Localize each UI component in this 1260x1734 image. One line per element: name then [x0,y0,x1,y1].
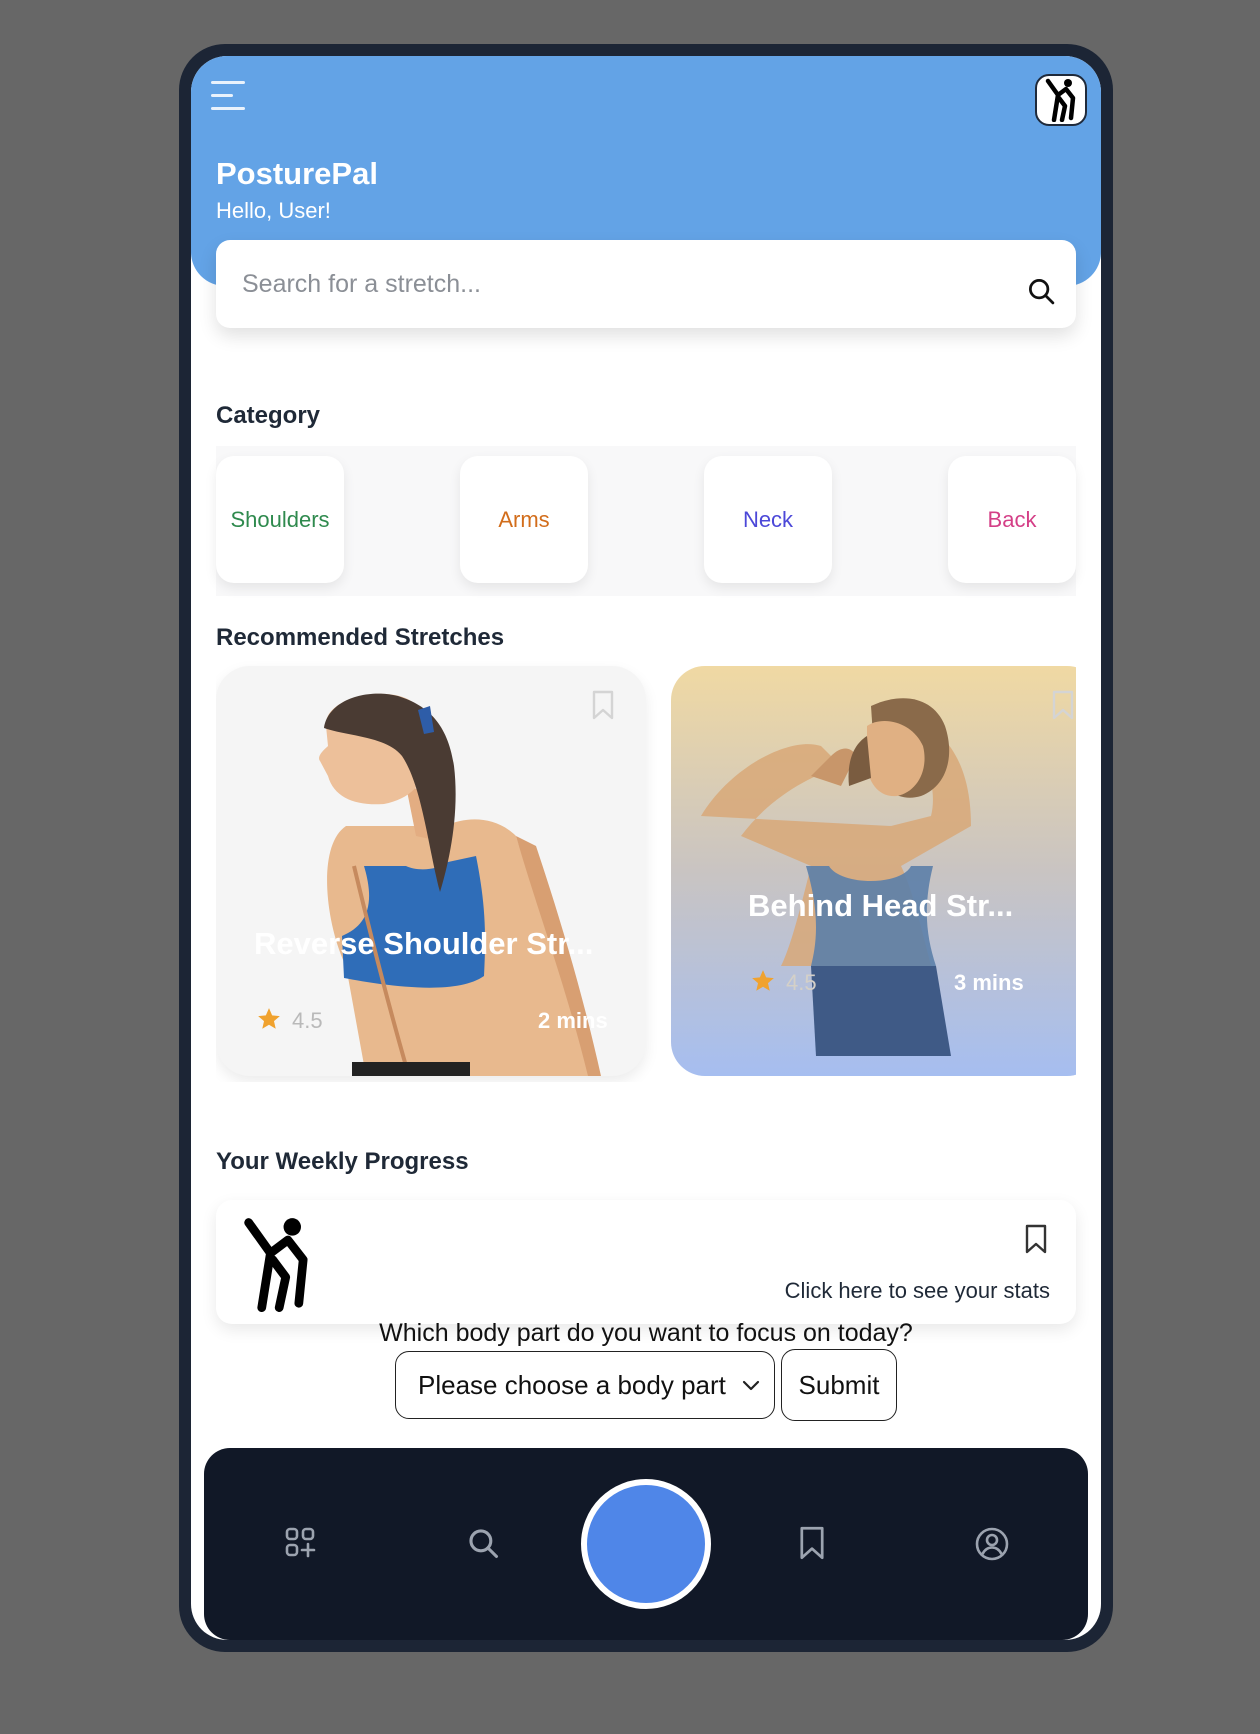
submit-button[interactable]: Submit [781,1349,897,1421]
star-icon [258,1008,280,1029]
chevron-down-icon [742,1380,760,1391]
category-title: Category [216,402,321,429]
app-title: PosturePal [216,156,378,191]
star-icon [752,970,774,991]
bottom-nav [204,1448,1088,1640]
profile-icon[interactable] [974,1526,1010,1562]
body-part-select-value: Please choose a body part [418,1369,726,1400]
stretch-card-title: Reverse Shoulder Str... [254,926,594,961]
category-arms[interactable]: Arms [460,456,588,583]
focus-question: Which body part do you want to focus on … [379,1319,913,1347]
bookmark-icon[interactable] [798,1526,826,1560]
stretch-card-duration: 2 mins [538,1008,608,1033]
category-label: Back [987,506,1037,532]
category-label: Shoulders [230,506,330,532]
app-screen: PosturePal Hello, User! Category Shoulde… [191,56,1101,1640]
stretch-card-reverse-shoulder[interactable]: Reverse Shoulder Str... 4.5 2 mins [216,666,646,1076]
category-shoulders[interactable]: Shoulders [216,456,344,583]
device-frame: PosturePal Hello, User! Category Shoulde… [179,44,1113,1652]
category-label: Arms [498,506,550,532]
category-neck[interactable]: Neck [704,456,832,583]
stretch-card-behind-head[interactable]: Behind Head Str... 4.5 3 mins [671,666,1076,1076]
recommended-list: Reverse Shoulder Str... 4.5 2 mins Behin… [216,652,1076,1082]
search-input[interactable] [242,266,942,302]
grid-plus-icon[interactable] [284,1526,316,1558]
bookmark-icon[interactable] [1024,1224,1048,1254]
stretching-person-icon [1045,78,1076,122]
stretch-card-title: Behind Head Str... [748,888,1014,923]
weekly-progress-title: Your Weekly Progress [216,1148,469,1175]
woman-stretch-illustration [701,698,971,1056]
category-label: Neck [742,506,794,532]
profile-avatar-button[interactable] [1035,74,1087,126]
center-action-button[interactable] [581,1479,711,1609]
search-icon[interactable] [466,1526,500,1560]
bookmark-icon[interactable] [1051,690,1075,720]
stretch-card-rating: 4.5 [786,970,817,995]
greeting-text: Hello, User! [216,198,331,223]
search-icon[interactable] [1026,276,1056,306]
stretch-card-rating: 4.5 [292,1008,323,1033]
category-back[interactable]: Back [948,456,1076,583]
menu-icon[interactable] [211,79,251,115]
recommended-title: Recommended Stretches [216,624,505,651]
see-stats-link[interactable]: Click here to see your stats [785,1278,1050,1304]
weekly-progress-card[interactable]: Click here to see your stats [216,1200,1076,1324]
stretching-person-icon [244,1218,308,1312]
category-list: Shoulders Arms Neck Back [216,446,1076,596]
stretch-card-duration: 3 mins [954,970,1024,995]
search-bar [216,240,1076,328]
bookmark-icon[interactable] [591,690,615,720]
body-part-select[interactable]: Please choose a body part [395,1351,775,1419]
